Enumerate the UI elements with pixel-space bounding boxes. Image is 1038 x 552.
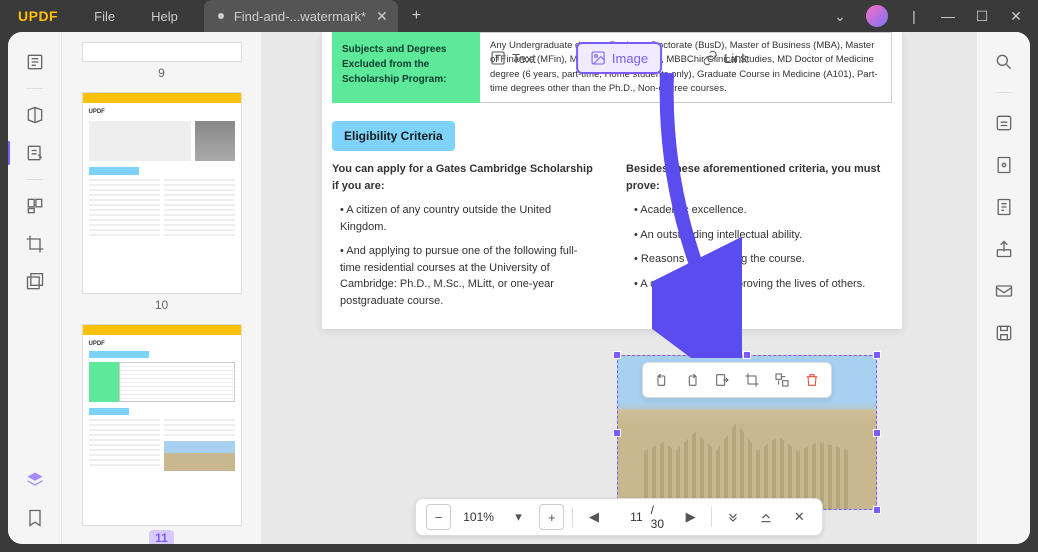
prev-page-icon[interactable]: ◀ bbox=[581, 504, 606, 530]
prove-bullet-3: • Reasons for choosing the course. bbox=[626, 251, 892, 268]
redact-tool-icon[interactable] bbox=[23, 270, 47, 294]
nav-separator bbox=[711, 507, 712, 527]
crop-image-icon[interactable] bbox=[739, 367, 765, 393]
left-tool-rail bbox=[8, 32, 62, 544]
right-tool-rail bbox=[976, 32, 1030, 544]
edit-tool-icon[interactable] bbox=[23, 141, 47, 165]
excluded-subjects-heading: Subjects and Degrees Excluded from the S… bbox=[332, 32, 480, 103]
page-view: Subjects and Degrees Excluded from the S… bbox=[322, 32, 902, 329]
rail-separator bbox=[27, 179, 43, 180]
document-tab[interactable]: Find-and-...watermark* ✕ bbox=[204, 0, 398, 32]
nav-separator bbox=[572, 507, 573, 527]
thumb-number: 11 bbox=[149, 530, 174, 544]
image-mode-button[interactable]: Image bbox=[576, 42, 662, 74]
thumbnail-page-10[interactable]: UPDF 10 bbox=[62, 92, 261, 312]
protect-icon[interactable] bbox=[992, 153, 1016, 177]
rail-separator bbox=[27, 88, 43, 89]
email-icon[interactable] bbox=[992, 279, 1016, 303]
minimize-icon[interactable]: — bbox=[940, 8, 956, 24]
search-icon[interactable] bbox=[992, 50, 1016, 74]
resize-handle-ml[interactable] bbox=[613, 429, 621, 437]
save-icon[interactable] bbox=[992, 321, 1016, 345]
form-icon[interactable] bbox=[992, 195, 1016, 219]
tab-title: Find-and-...watermark* bbox=[234, 9, 366, 24]
crop-tool-icon[interactable] bbox=[23, 232, 47, 256]
prove-bullet-4: • A commitment to improving the lives of… bbox=[626, 276, 892, 293]
user-avatar[interactable] bbox=[866, 5, 888, 27]
link-mode-label: Link bbox=[724, 51, 748, 66]
zoom-in-icon[interactable]: + bbox=[539, 504, 564, 530]
zoom-dropdown-icon[interactable]: ▾ bbox=[506, 504, 531, 530]
divider-icon: | bbox=[906, 8, 922, 24]
replace-image-icon[interactable] bbox=[769, 367, 795, 393]
page-number-input[interactable] bbox=[615, 510, 643, 524]
chevron-down-icon[interactable]: ⌄ bbox=[832, 8, 848, 24]
resize-handle-tm[interactable] bbox=[743, 351, 751, 359]
ocr-icon[interactable] bbox=[992, 111, 1016, 135]
zoom-out-icon[interactable]: − bbox=[426, 504, 451, 530]
maximize-icon[interactable]: ☐ bbox=[974, 8, 990, 24]
main-workspace: 9 UPDF 10 UPDF bbox=[8, 32, 1030, 544]
scroll-down-icon[interactable] bbox=[720, 504, 745, 530]
comment-tool-icon[interactable] bbox=[23, 103, 47, 127]
apply-bullet-2: • And applying to pursue one of the foll… bbox=[332, 243, 598, 309]
text-icon bbox=[490, 50, 506, 66]
eligibility-chip: Eligibility Criteria bbox=[332, 121, 455, 151]
layers-icon[interactable] bbox=[23, 468, 47, 492]
image-icon bbox=[590, 50, 606, 66]
apply-intro: You can apply for a Gates Cambridge Scho… bbox=[332, 161, 598, 194]
edit-mode-toolbar: Text Image Link bbox=[478, 42, 760, 74]
prove-intro: Besides these aforementioned criteria, y… bbox=[626, 161, 892, 194]
menu-file[interactable]: File bbox=[76, 0, 133, 32]
menu-help[interactable]: Help bbox=[133, 0, 196, 32]
tab-close-icon[interactable]: ✕ bbox=[376, 8, 388, 25]
rail-separator bbox=[996, 92, 1012, 93]
prove-bullet-2: • An outstanding intellectual ability. bbox=[626, 227, 892, 244]
thumb-number: 9 bbox=[158, 66, 165, 80]
image-context-toolbar bbox=[642, 362, 832, 398]
extract-icon[interactable] bbox=[709, 367, 735, 393]
text-mode-label: Text bbox=[512, 51, 536, 66]
link-mode-button[interactable]: Link bbox=[690, 42, 760, 74]
text-mode-button[interactable]: Text bbox=[478, 42, 548, 74]
delete-image-icon[interactable] bbox=[799, 367, 825, 393]
next-page-icon[interactable]: ▶ bbox=[678, 504, 703, 530]
resize-handle-tl[interactable] bbox=[613, 351, 621, 359]
bottom-nav-bar: − 101% ▾ + ◀ / 30 ▶ ✕ bbox=[415, 498, 823, 536]
bookmark-icon[interactable] bbox=[23, 506, 47, 530]
document-canvas[interactable]: Text Image Link Subjects and Degrees Exc… bbox=[262, 32, 976, 544]
thumbnail-panel[interactable]: 9 UPDF 10 UPDF bbox=[62, 32, 262, 544]
thumbnail-page-9[interactable]: 9 bbox=[62, 42, 261, 80]
apply-bullet-1: • A citizen of any country outside the U… bbox=[332, 202, 598, 235]
tab-modified-dot-icon bbox=[218, 13, 224, 19]
scroll-up-icon[interactable] bbox=[754, 504, 779, 530]
rotate-right-icon[interactable] bbox=[679, 367, 705, 393]
page-total: / 30 bbox=[651, 503, 670, 531]
close-nav-icon[interactable]: ✕ bbox=[787, 504, 812, 530]
reader-tool-icon[interactable] bbox=[23, 50, 47, 74]
resize-handle-br[interactable] bbox=[873, 506, 881, 514]
new-tab-button[interactable]: + bbox=[398, 7, 435, 25]
close-window-icon[interactable]: ✕ bbox=[1008, 8, 1024, 24]
thumb-number: 10 bbox=[155, 298, 168, 312]
organize-tool-icon[interactable] bbox=[23, 194, 47, 218]
app-logo: UPDF bbox=[0, 8, 76, 24]
prove-bullet-1: • Academic excellence. bbox=[626, 202, 892, 219]
resize-handle-tr[interactable] bbox=[873, 351, 881, 359]
rotate-left-icon[interactable] bbox=[649, 367, 675, 393]
window-controls: ⌄ | — ☐ ✕ bbox=[832, 5, 1038, 27]
link-icon bbox=[702, 50, 718, 66]
thumbnail-page-11[interactable]: UPDF 11 bbox=[62, 324, 261, 544]
image-mode-label: Image bbox=[612, 51, 648, 66]
share-icon[interactable] bbox=[992, 237, 1016, 261]
zoom-value: 101% bbox=[459, 510, 498, 524]
resize-handle-mr[interactable] bbox=[873, 429, 881, 437]
titlebar: UPDF File Help Find-and-...watermark* ✕ … bbox=[0, 0, 1038, 32]
